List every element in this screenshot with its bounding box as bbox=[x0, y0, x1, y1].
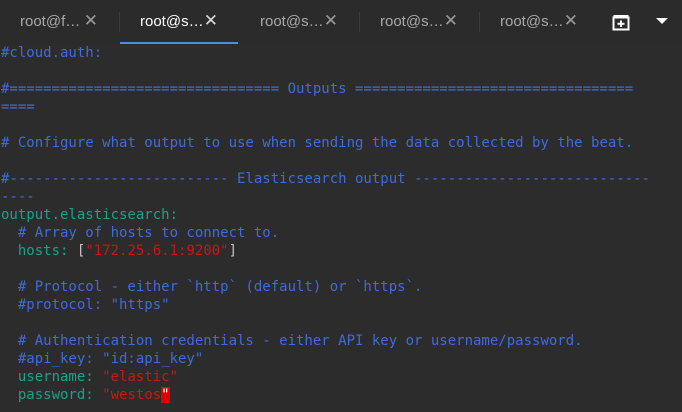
terminal-line: #cloud.auth: bbox=[1, 45, 103, 61]
config-key: password bbox=[1, 387, 86, 403]
config-colon: : bbox=[85, 369, 103, 385]
terminal-window: root@f… ✕ root@s… ✕ root@s… ✕ root@s… ✕ … bbox=[0, 0, 682, 412]
config-colon: : bbox=[60, 243, 77, 259]
tab-label: root@s… bbox=[260, 13, 324, 30]
config-value: "elastic" bbox=[102, 369, 179, 385]
text-cursor: " bbox=[161, 387, 170, 403]
terminal-line: #api_key: "id:api_key" bbox=[1, 351, 204, 367]
terminal-line: ---- bbox=[1, 189, 35, 205]
tab-1[interactable]: root@f… ✕ bbox=[0, 0, 118, 44]
config-value: "172.25.6.1:9200" bbox=[85, 243, 229, 259]
tab-4[interactable]: root@s… ✕ bbox=[360, 0, 478, 44]
terminal-line: # Authentication credentials - either AP… bbox=[1, 333, 583, 349]
tab-label: root@s… bbox=[380, 13, 444, 30]
config-key: username bbox=[1, 369, 86, 385]
close-icon[interactable]: ✕ bbox=[444, 11, 458, 31]
terminal-line: #-------------------------- Elasticsearc… bbox=[1, 171, 651, 187]
chevron-down-icon[interactable] bbox=[656, 17, 668, 25]
terminal-line: # Protocol - either `http` (default) or … bbox=[1, 279, 423, 295]
close-icon[interactable]: ✕ bbox=[324, 11, 338, 31]
bracket: ] bbox=[228, 243, 238, 259]
tab-label: root@s… bbox=[140, 13, 204, 30]
new-tab-icon[interactable] bbox=[612, 14, 630, 31]
terminal-line: ==== bbox=[1, 99, 35, 115]
terminal-line: output.elasticsearch: bbox=[1, 207, 179, 223]
tab-label: root@s… bbox=[500, 13, 564, 30]
terminal-line: username: "elastic" bbox=[1, 368, 178, 386]
close-icon[interactable]: ✕ bbox=[564, 11, 578, 31]
tab-3[interactable]: root@s… ✕ bbox=[240, 0, 358, 44]
close-icon[interactable]: ✕ bbox=[84, 11, 98, 31]
tab-actions bbox=[600, 0, 682, 44]
terminal-line: #================================ Output… bbox=[1, 81, 634, 97]
config-value: "westos bbox=[102, 387, 162, 403]
tab-bar: root@f… ✕ root@s… ✕ root@s… ✕ root@s… ✕ … bbox=[0, 0, 682, 44]
tab-2[interactable]: root@s… ✕ bbox=[120, 0, 238, 44]
tab-5[interactable]: root@s… ✕ bbox=[480, 0, 598, 44]
close-icon[interactable]: ✕ bbox=[204, 11, 218, 31]
config-colon: : bbox=[85, 387, 103, 403]
terminal-line: hosts: ["172.25.6.1:9200"] bbox=[1, 242, 237, 260]
terminal-line: #protocol: "https" bbox=[1, 297, 170, 313]
terminal-line: password: "westos" bbox=[1, 386, 170, 404]
terminal-line: # Array of hosts to connect to. bbox=[1, 225, 280, 241]
terminal-output[interactable]: #cloud.auth: #==========================… bbox=[0, 44, 682, 412]
terminal-line: # Configure what output to use when send… bbox=[1, 135, 634, 151]
config-key: hosts bbox=[1, 243, 61, 259]
tab-label: root@f… bbox=[20, 13, 81, 30]
